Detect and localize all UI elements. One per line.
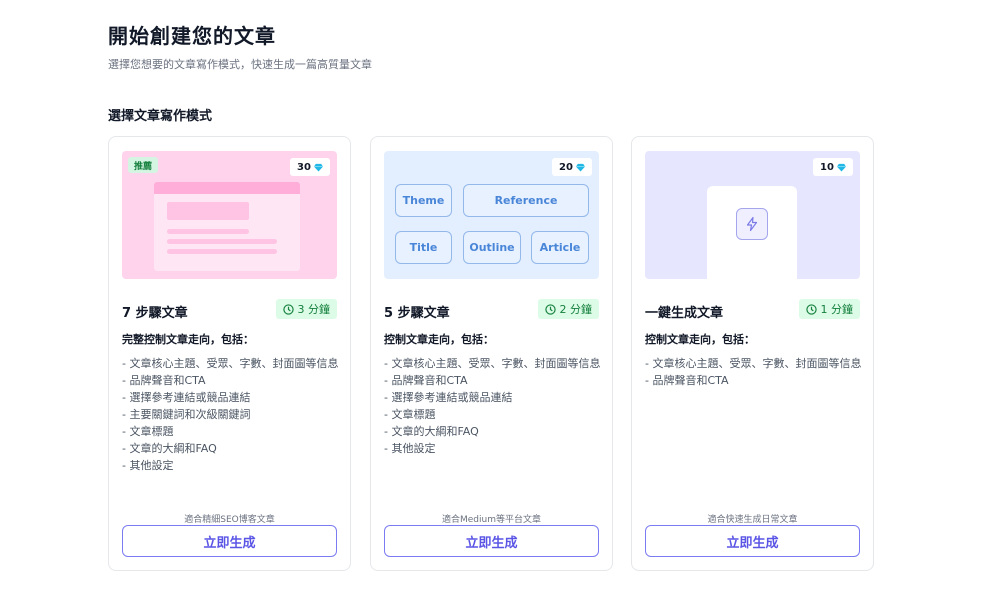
feature-list: - 文章核心主題、受眾、字數、封面圖等信息 - 品牌聲音和CTA - 選擇參考連… [122, 355, 344, 474]
time-badge: 2 分鐘 [537, 299, 599, 319]
feature-item: - 文章的大綱和FAQ [384, 425, 479, 438]
window-illustration [154, 182, 300, 271]
device-illustration [707, 186, 797, 279]
suitable-for-text: 適合Medium等平台文章 [442, 515, 541, 525]
card-title: 一鍵生成文章 [645, 306, 724, 321]
feature-list: - 文章核心主題、受眾、字數、封面圖等信息 - 品牌聲音和CTA - 選擇參考連… [384, 355, 606, 457]
generate-now-button[interactable]: 立即生成 [122, 525, 337, 557]
step-chip-theme: Theme [395, 184, 452, 217]
generate-now-button[interactable]: 立即生成 [645, 525, 860, 557]
credit-badge: 20 [552, 158, 592, 176]
diamond-gem-icon [313, 163, 323, 172]
card-title: 5 步驟文章 [384, 306, 450, 321]
time-label: 2 分鐘 [559, 303, 593, 316]
credit-value: 20 [559, 161, 573, 173]
card-thumbnail: 推薦 30 [122, 151, 337, 279]
diamond-gem-icon [575, 163, 585, 172]
step-chip-article: Article [531, 231, 589, 264]
card-description: 控制文章走向，包括： [384, 333, 494, 346]
feature-item: - 文章標題 [384, 408, 436, 421]
feature-item: - 主要關鍵詞和次級關鍵詞 [122, 408, 251, 421]
card-description: 完整控制文章走向，包括： [122, 333, 254, 346]
feature-item: - 選擇參考連結或競品連結 [122, 391, 251, 404]
step-chip-reference: Reference [463, 184, 589, 217]
recommended-badge: 推薦 [128, 157, 159, 173]
feature-item: - 文章核心主題、受眾、字數、封面圖等信息 [122, 357, 339, 370]
mode-card-7-step[interactable]: 推薦 30 7 步驟文章 3 分鐘 完整控制文章走向，包括： - 文章核心主題、… [108, 136, 351, 571]
feature-item: - 文章核心主題、受眾、字數、封面圖等信息 [645, 357, 862, 370]
lightning-bolt-icon [746, 216, 758, 232]
suitable-for-text: 適合精細SEO博客文章 [184, 515, 275, 525]
feature-item: - 其他設定 [122, 459, 174, 472]
page-subtitle: 選擇您想要的文章寫作模式，快速生成一篇高質量文章 [108, 58, 372, 71]
time-label: 1 分鐘 [820, 303, 854, 316]
diamond-gem-icon [836, 163, 846, 172]
clock-icon [544, 303, 556, 315]
mode-card-one-click[interactable]: 10 一鍵生成文章 1 分鐘 控制文章走向，包括： - 文章核心主題、受眾、字數… [631, 136, 874, 571]
card-thumbnail: 20 Theme Reference Title Outline Article [384, 151, 599, 279]
feature-item: - 品牌聲音和CTA [122, 374, 206, 387]
clock-icon [282, 303, 294, 315]
card-title: 7 步驟文章 [122, 306, 188, 321]
generate-now-button[interactable]: 立即生成 [384, 525, 599, 557]
feature-item: - 品牌聲音和CTA [645, 374, 729, 387]
feature-item: - 選擇參考連結或競品連結 [384, 391, 513, 404]
time-label: 3 分鐘 [297, 303, 331, 316]
feature-list: - 文章核心主題、受眾、字數、封面圖等信息 - 品牌聲音和CTA [645, 355, 867, 389]
section-title: 選擇文章寫作模式 [108, 109, 213, 124]
feature-item: - 文章的大綱和FAQ [122, 442, 217, 455]
credit-badge: 30 [290, 158, 330, 176]
feature-item: - 品牌聲音和CTA [384, 374, 468, 387]
time-badge: 1 分鐘 [798, 299, 860, 319]
feature-item: - 文章核心主題、受眾、字數、封面圖等信息 [384, 357, 601, 370]
credit-badge: 10 [813, 158, 853, 176]
credit-value: 30 [297, 161, 311, 173]
step-chip-outline: Outline [463, 231, 521, 264]
clock-icon [805, 303, 817, 315]
time-badge: 3 分鐘 [275, 299, 337, 319]
feature-item: - 其他設定 [384, 442, 436, 455]
card-description: 控制文章走向，包括： [645, 333, 755, 346]
credit-value: 10 [820, 161, 834, 173]
step-chip-title: Title [395, 231, 452, 264]
suitable-for-text: 適合快速生成日常文章 [707, 515, 798, 525]
card-thumbnail: 10 [645, 151, 860, 279]
feature-item: - 文章標題 [122, 425, 174, 438]
page-title: 開始創建您的文章 [108, 24, 276, 48]
mode-card-5-step[interactable]: 20 Theme Reference Title Outline Article… [370, 136, 613, 571]
